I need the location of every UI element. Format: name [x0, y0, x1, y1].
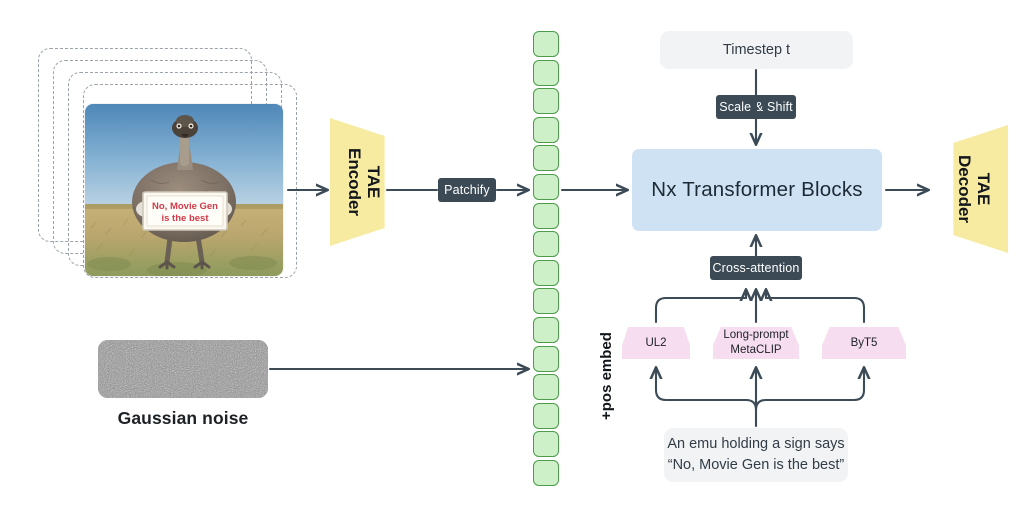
prompt-text: An emu holding a sign says “No, Movie Ge…: [667, 435, 845, 473]
arrow-prompt-to-ul2: [656, 368, 758, 412]
emu-photo-art: No, Movie Gen is the best: [85, 104, 283, 276]
tae-decoder-label: TAE Decoder: [955, 154, 994, 224]
gaussian-noise-label: Gaussian noise: [117, 408, 249, 428]
pos-embed-label: +pos embed: [598, 332, 615, 420]
timestep-box: Timestep t: [660, 31, 853, 69]
prompt-box: An emu holding a sign says “No, Movie Ge…: [664, 428, 848, 482]
diagram-canvas: No, Movie Gen is the best Gaussian noise…: [0, 0, 1024, 516]
transformer-label: Nx Transformer Blocks: [651, 178, 863, 201]
latent-token: [533, 88, 559, 115]
patchify-label: Patchify: [444, 183, 490, 197]
latent-token: [533, 402, 559, 429]
text-encoder-ul2: UL2: [622, 327, 690, 359]
text-encoder-byt5: ByT5: [822, 327, 906, 359]
transformer-blocks: Nx Transformer Blocks: [632, 149, 882, 231]
latent-token: [533, 316, 559, 343]
latent-token: [533, 202, 559, 229]
text-encoder-ul2-label: UL2: [645, 336, 667, 349]
arrow-byt5-to-crossattn: [766, 290, 866, 324]
latent-token: [533, 345, 559, 372]
latent-token: [533, 231, 559, 258]
tae-encoder-label: TAE Encoder: [345, 147, 384, 217]
scale-shift-label: Scale & Shift: [719, 100, 793, 114]
latent-token: [533, 431, 559, 458]
latent-token: [533, 173, 559, 200]
arrow-prompt-to-byt5: [754, 368, 864, 412]
sign-line-2: is the best: [162, 213, 210, 224]
cross-attention-label: Cross-attention: [712, 261, 800, 275]
latent-token-column: [533, 31, 559, 486]
scale-shift-chip[interactable]: Scale & Shift: [716, 95, 796, 119]
noise-texture: [98, 340, 268, 398]
patchify-chip[interactable]: Patchify: [438, 178, 496, 202]
tae-encoder-block: TAE Encoder: [330, 118, 385, 246]
text-encoder-metaclip: Long-prompt MetaCLIP: [713, 327, 799, 359]
latent-token: [533, 116, 559, 143]
tae-decoder-block: TAE Decoder: [953, 125, 1008, 253]
latent-token: [533, 288, 559, 315]
latent-token: [533, 145, 559, 172]
sign-line-1: No, Movie Gen: [152, 201, 218, 212]
arrow-ul2-to-crossattn: [654, 290, 746, 324]
timestep-label: Timestep t: [722, 42, 791, 58]
latent-token: [533, 259, 559, 286]
text-encoder-byt5-label: ByT5: [850, 336, 878, 349]
text-encoder-metaclip-label: Long-prompt MetaCLIP: [723, 329, 789, 356]
latent-token: [533, 31, 559, 57]
latent-token: [533, 374, 559, 401]
latent-token: [533, 459, 559, 486]
gaussian-noise-block: [98, 340, 268, 398]
emu-photo: No, Movie Gen is the best: [85, 104, 283, 276]
cross-attention-chip[interactable]: Cross-attention: [710, 256, 802, 280]
latent-token: [533, 59, 559, 86]
